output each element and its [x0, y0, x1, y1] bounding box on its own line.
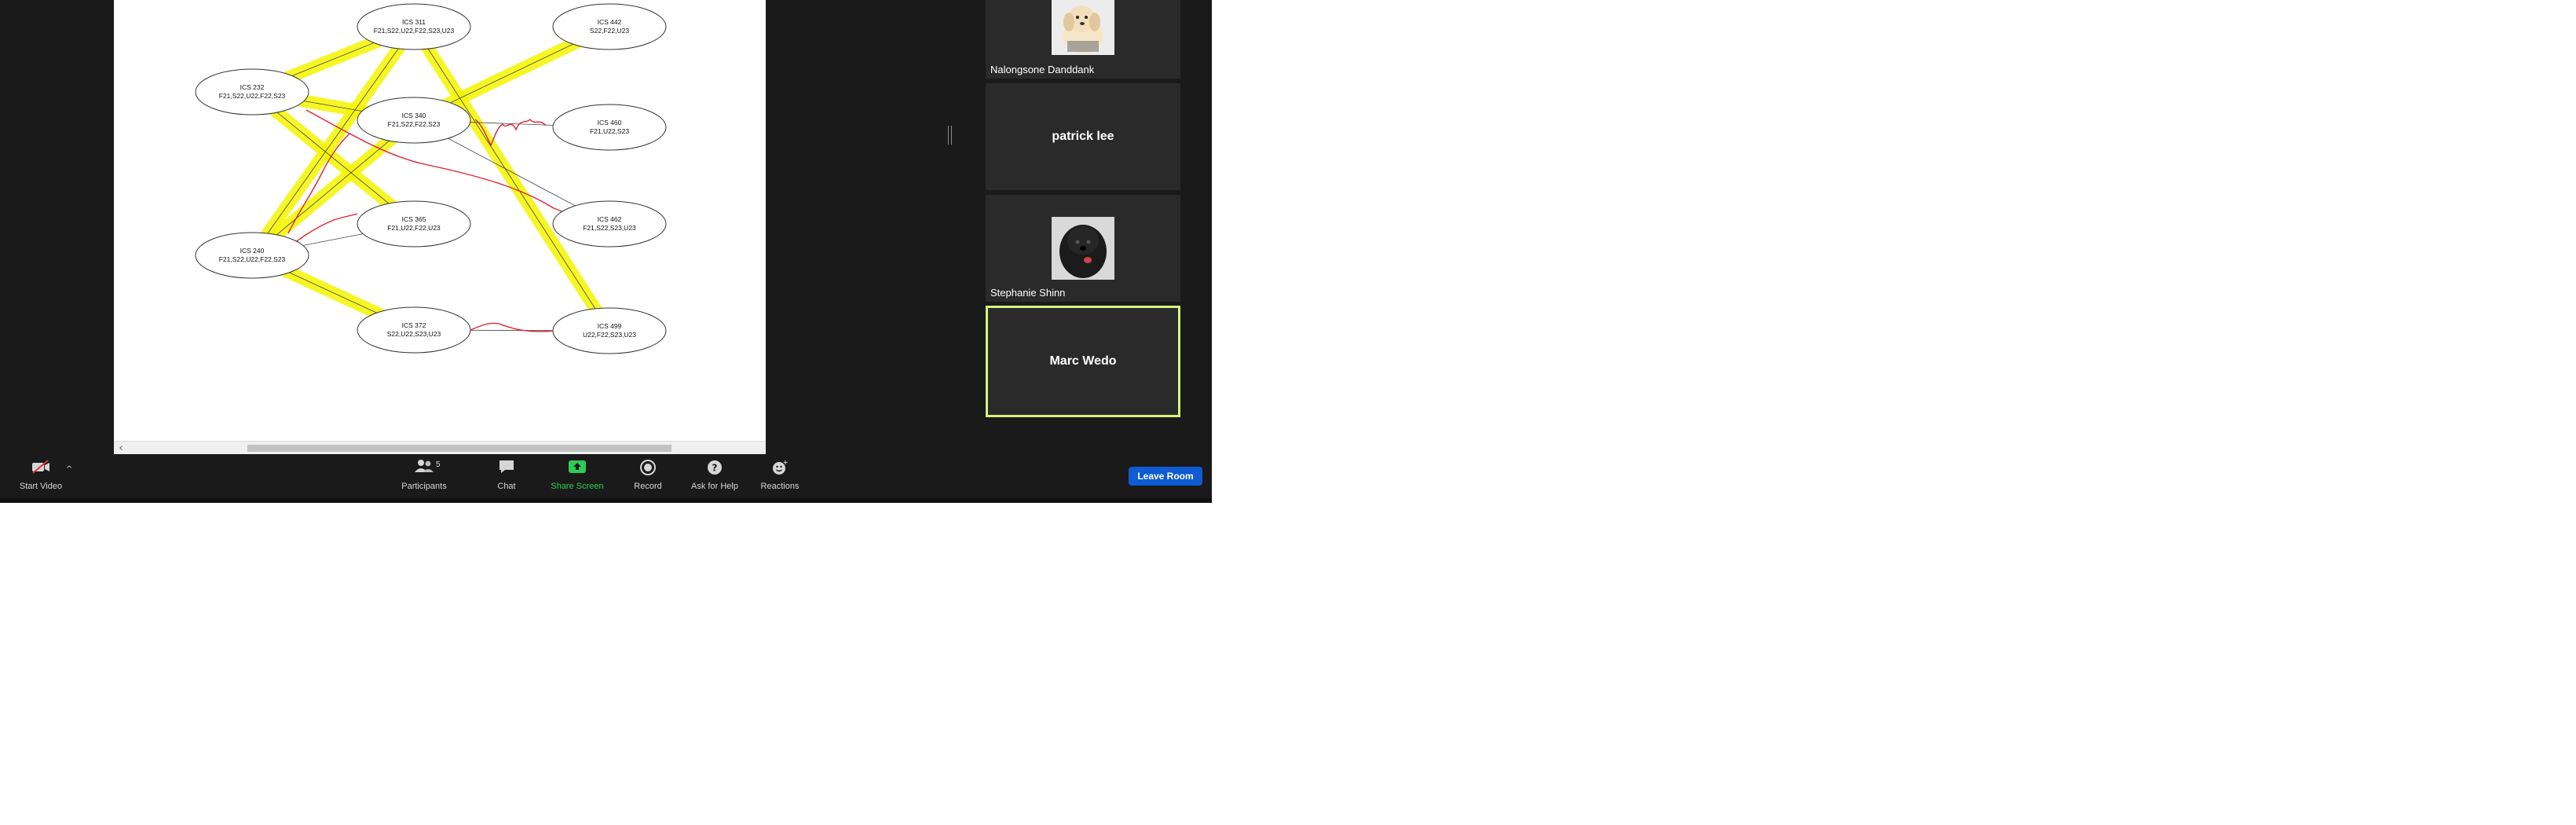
- meeting-toolbar: Start Video 5 Participants Chat Share Sc…: [0, 454, 1212, 498]
- horizontal-scrollbar[interactable]: ‹: [114, 441, 766, 454]
- participant-tile-nalongsone[interactable]: Nalongsone Danddank: [986, 0, 1180, 79]
- course-node-ics365: ICS 365F21,U22,F22,U23: [357, 200, 471, 248]
- panel-resize-handle[interactable]: [948, 126, 952, 145]
- course-node-ics372: ICS 372S22,U22,S23,U23: [357, 306, 471, 354]
- participant-tile-patrick[interactable]: patrick lee: [986, 83, 1180, 190]
- window-bottom-edge: [0, 498, 1212, 503]
- highlight-strokes: [246, 20, 616, 337]
- node-title: ICS 499: [598, 322, 622, 330]
- svg-text:?: ?: [712, 463, 718, 474]
- course-node-ics462: ICS 462F21,S22,S23,U23: [552, 200, 667, 248]
- chat-icon: [498, 459, 515, 477]
- zoom-meeting-window: ICS 311 F21,S22,U22,F22,S23,U23 ICS 442 S22…: [0, 0, 1212, 503]
- node-title: ICS 365: [402, 215, 426, 223]
- node-title: ICS 372: [402, 321, 426, 329]
- node-terms: F21,U22,S23: [590, 127, 629, 135]
- participant-name: Marc Wedo: [1049, 354, 1117, 368]
- node-title: ICS 240: [240, 247, 265, 255]
- chat-label: Chat: [497, 482, 516, 491]
- node-terms: F21,S22,U22,F22,S23,U23: [374, 27, 455, 35]
- start-video-button[interactable]: Start Video: [9, 454, 72, 498]
- node-title: ICS 232: [240, 83, 265, 91]
- help-icon: ?: [706, 459, 723, 478]
- participant-name: Stephanie Shinn: [990, 287, 1066, 299]
- shared-screen: ICS 311 F21,S22,U22,F22,S23,U23 ICS 442 S22…: [114, 0, 766, 454]
- node-title: ICS 442: [598, 18, 622, 26]
- node-terms: F21,S22,S23,U23: [583, 224, 636, 232]
- node-title: ICS 340: [402, 112, 426, 119]
- course-node-ics442: ICS 442S22,F22,U23: [552, 3, 667, 50]
- course-node-ics340: ICS 340F21,S22,F22,S23: [357, 97, 471, 144]
- course-node-ics232: ICS 232F21,S22,U22,F22,S23: [195, 68, 309, 116]
- reactions-icon: +: [771, 459, 789, 478]
- participant-name: Nalongsone Danddank: [990, 64, 1095, 75]
- node-terms: S22,U22,S23,U23: [387, 330, 441, 338]
- node-title: ICS 311: [402, 18, 426, 26]
- course-node-ics499: ICS 499U22,F22,S23,U23: [552, 307, 667, 354]
- ask-for-help-label: Ask for Help: [691, 482, 738, 491]
- svg-text:+: +: [783, 459, 789, 466]
- start-video-label: Start Video: [19, 482, 63, 491]
- node-terms: F21,S22,U22,F22,S23: [219, 92, 286, 100]
- course-node-ics460: ICS 460F21,U22,S23: [552, 104, 667, 151]
- course-node-ics240: ICS 240F21,S22,U22,F22,S23: [195, 232, 309, 279]
- scroll-thumb[interactable]: [247, 445, 671, 452]
- record-label: Record: [634, 482, 662, 491]
- node-terms: S22,F22,U23: [590, 27, 629, 35]
- record-icon: [639, 459, 657, 478]
- chat-button[interactable]: Chat: [479, 454, 534, 498]
- dog-photo-avatar: [1052, 217, 1114, 280]
- node-title: ICS 462: [598, 215, 622, 223]
- node-title: ICS 460: [598, 119, 622, 126]
- course-node-ics311: ICS 311F21,S22,U22,F22,S23,U23: [357, 3, 471, 50]
- participants-button[interactable]: 5 Participants: [397, 454, 452, 498]
- participants-icon: [414, 459, 434, 475]
- share-margin: [0, 0, 114, 454]
- node-terms: F21,S22,U22,F22,S23: [219, 255, 286, 263]
- record-button[interactable]: Record: [624, 454, 671, 498]
- share-screen-icon: [568, 459, 587, 477]
- share-screen-button[interactable]: Share Screen: [546, 454, 609, 498]
- node-terms: U22,F22,S23,U23: [583, 331, 636, 339]
- participant-tile-marc-active-speaker[interactable]: Marc Wedo: [986, 306, 1180, 417]
- leave-room-button[interactable]: Leave Room: [1129, 467, 1202, 486]
- node-terms: F21,S22,F22,S23: [388, 120, 441, 128]
- video-options-caret-icon[interactable]: ^: [66, 465, 72, 474]
- node-terms: F21,U22,F22,U23: [387, 224, 441, 232]
- ask-for-help-button[interactable]: ? Ask for Help: [683, 454, 746, 498]
- prerequisite-diagram: ICS 311F21,S22,U22,F22,S23,U23ICS 442S22…: [195, 3, 667, 354]
- participant-tile-stephanie[interactable]: Stephanie Shinn: [986, 195, 1180, 302]
- participants-count: 5: [436, 460, 441, 469]
- reactions-label: Reactions: [760, 482, 800, 491]
- participant-name: patrick lee: [1052, 130, 1114, 143]
- scroll-left-icon[interactable]: ‹: [115, 442, 126, 454]
- reactions-button[interactable]: + Reactions: [752, 454, 807, 498]
- participants-label: Participants: [401, 482, 447, 491]
- share-screen-label: Share Screen: [551, 482, 604, 491]
- dog-photo-avatar: [1052, 0, 1114, 55]
- video-off-icon: [31, 459, 51, 477]
